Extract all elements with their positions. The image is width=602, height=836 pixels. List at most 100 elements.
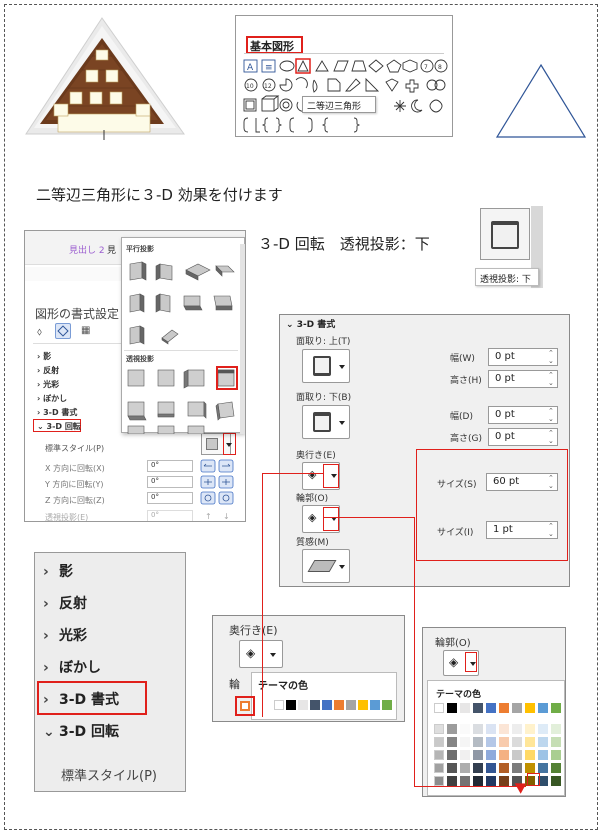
contour-theme-swatch[interactable] xyxy=(447,750,457,760)
contour-theme-swatch[interactable] xyxy=(512,750,522,760)
contour-theme-swatch[interactable] xyxy=(447,703,457,713)
effects-tab-icon[interactable] xyxy=(55,323,71,339)
contour-theme-swatch[interactable] xyxy=(525,703,535,713)
depth-theme-swatch[interactable] xyxy=(274,700,284,710)
contour-theme-swatch[interactable] xyxy=(434,750,444,760)
bevel-bottom-width-input[interactable]: 0 pt xyxy=(488,406,558,424)
contour-theme-swatch[interactable] xyxy=(447,763,457,773)
menu-3d-format[interactable]: › 3-D 書式 xyxy=(43,689,119,709)
contour-theme-swatch[interactable] xyxy=(512,703,522,713)
contour-theme-swatch[interactable] xyxy=(499,724,509,734)
size-props-icon[interactable]: ▦ xyxy=(81,325,90,336)
depth-size-input[interactable]: 60 pt xyxy=(486,473,558,491)
contour-theme-swatch[interactable] xyxy=(525,750,535,760)
depth-theme-swatch[interactable] xyxy=(370,700,380,710)
bevel-top-dropdown[interactable] xyxy=(302,349,350,383)
contour-theme-swatch[interactable] xyxy=(434,737,444,747)
depth-orange-swatch[interactable] xyxy=(240,701,250,711)
gallery-scrollbar[interactable] xyxy=(240,244,245,434)
contour-theme-swatch[interactable] xyxy=(551,724,561,734)
depth-theme-swatch[interactable] xyxy=(334,700,344,710)
contour-theme-swatch[interactable] xyxy=(460,763,470,773)
section-reflection[interactable]: › 反射 xyxy=(37,365,59,376)
menu-3d-rotation[interactable]: ⌄ 3-D 回転 xyxy=(43,721,119,741)
contour-theme-swatch[interactable] xyxy=(551,763,561,773)
contour-theme-swatch[interactable] xyxy=(538,703,548,713)
section-shadow[interactable]: › 影 xyxy=(37,351,51,362)
contour-theme-swatch[interactable] xyxy=(460,737,470,747)
contour-theme-swatch[interactable] xyxy=(538,737,548,747)
bevel-bottom-height-input[interactable]: 0 pt xyxy=(488,428,558,446)
contour-theme-swatch[interactable] xyxy=(512,724,522,734)
contour-theme-swatch[interactable] xyxy=(512,763,522,773)
contour-theme-swatch[interactable] xyxy=(551,703,561,713)
format-3d-header[interactable]: ⌄ 3-D 書式 xyxy=(286,317,335,330)
contour-theme-swatch[interactable] xyxy=(538,750,548,760)
material-dropdown[interactable] xyxy=(302,549,350,583)
rotation-nudge-buttons[interactable]: ↑ ↓ xyxy=(199,459,239,522)
menu-soft-edges[interactable]: › ぼかし xyxy=(43,657,101,677)
contour-theme-swatch[interactable] xyxy=(486,724,496,734)
contour-theme-swatch[interactable] xyxy=(434,703,444,713)
contour-theme-swatch[interactable] xyxy=(499,776,509,786)
contour-theme-swatch[interactable] xyxy=(512,737,522,747)
bevel-top-width-input[interactable]: 0 pt xyxy=(488,348,558,366)
contour-theme-swatch[interactable] xyxy=(434,776,444,786)
contour-theme-swatch[interactable] xyxy=(538,724,548,734)
depth-zoom-dropdown[interactable]: ◈ xyxy=(239,640,283,668)
menu-reflection[interactable]: › 反射 xyxy=(43,593,87,613)
contour-theme-swatch[interactable] xyxy=(551,776,561,786)
contour-theme-swatch[interactable] xyxy=(447,724,457,734)
contour-theme-swatch[interactable] xyxy=(473,737,483,747)
contour-theme-swatch[interactable] xyxy=(460,750,470,760)
z-rotation-input[interactable]: 0° xyxy=(147,492,193,504)
depth-theme-swatch[interactable] xyxy=(322,700,332,710)
ribbon-style-heading2[interactable]: 見出し 2 xyxy=(69,243,105,256)
depth-theme-swatch[interactable] xyxy=(298,700,308,710)
section-glow[interactable]: › 光彩 xyxy=(37,379,59,390)
y-rotation-input[interactable]: 0° xyxy=(147,476,193,488)
contour-theme-swatch[interactable] xyxy=(486,776,496,786)
contour-theme-swatch[interactable] xyxy=(473,763,483,773)
menu-shadow[interactable]: › 影 xyxy=(43,561,73,581)
contour-theme-swatch[interactable] xyxy=(551,750,561,760)
contour-theme-swatch[interactable] xyxy=(460,776,470,786)
contour-theme-swatch[interactable] xyxy=(551,737,561,747)
contour-theme-swatch[interactable] xyxy=(525,737,535,747)
contour-theme-swatch[interactable] xyxy=(525,763,535,773)
preset-dropdown-arrow[interactable] xyxy=(226,443,232,447)
contour-theme-swatch[interactable] xyxy=(499,763,509,773)
contour-theme-swatch[interactable] xyxy=(473,750,483,760)
contour-theme-swatch[interactable] xyxy=(473,724,483,734)
contour-theme-swatch[interactable] xyxy=(499,737,509,747)
contour-theme-swatch[interactable] xyxy=(473,703,483,713)
depth-theme-swatch[interactable] xyxy=(286,700,296,710)
perspective-input[interactable]: 0° xyxy=(147,510,193,521)
section-3d-format[interactable]: › 3-D 書式 xyxy=(37,407,77,418)
depth-theme-swatch[interactable] xyxy=(382,700,392,710)
bevel-top-height-input[interactable]: 0 pt xyxy=(488,370,558,388)
contour-theme-swatch[interactable] xyxy=(525,724,535,734)
contour-theme-swatch[interactable] xyxy=(486,737,496,747)
contour-theme-swatch[interactable] xyxy=(486,763,496,773)
contour-theme-swatch[interactable] xyxy=(434,724,444,734)
depth-theme-swatch[interactable] xyxy=(346,700,356,710)
depth-theme-swatch[interactable] xyxy=(310,700,320,710)
contour-theme-swatch[interactable] xyxy=(460,703,470,713)
contour-theme-swatch[interactable] xyxy=(499,750,509,760)
menu-glow[interactable]: › 光彩 xyxy=(43,625,87,645)
contour-theme-swatch[interactable] xyxy=(499,703,509,713)
parallel-presets[interactable] xyxy=(126,256,238,352)
bevel-bottom-dropdown[interactable] xyxy=(302,405,350,439)
contour-theme-swatch[interactable] xyxy=(447,776,457,786)
section-3d-rotation[interactable]: ⌄ 3-D 回転 xyxy=(37,421,81,432)
contour-theme-swatch[interactable] xyxy=(538,763,548,773)
contour-theme-swatch[interactable] xyxy=(486,750,496,760)
contour-size-input[interactable]: 1 pt xyxy=(486,521,558,539)
contour-theme-swatch[interactable] xyxy=(460,724,470,734)
contour-theme-swatch[interactable] xyxy=(486,703,496,713)
x-rotation-input[interactable]: 0° xyxy=(147,460,193,472)
contour-theme-swatch[interactable] xyxy=(447,737,457,747)
section-soft-edges[interactable]: › ぼかし xyxy=(37,393,67,404)
ribbon-style-clipped[interactable]: 見 xyxy=(107,243,116,256)
